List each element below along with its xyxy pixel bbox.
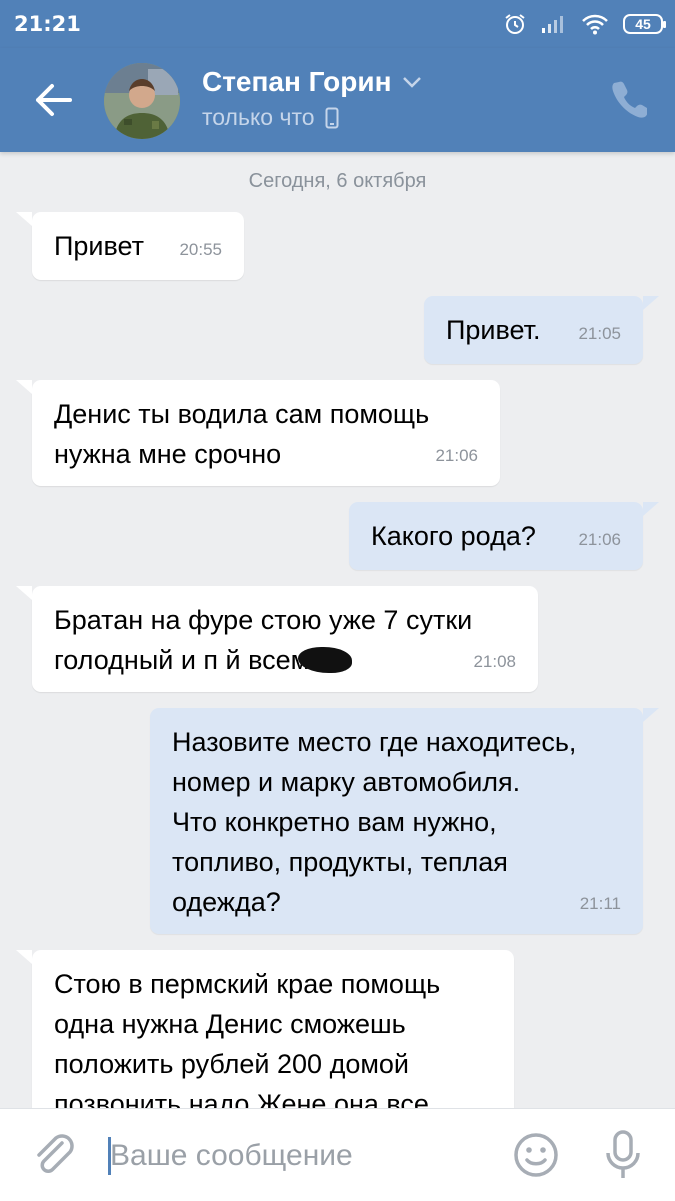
message-time: 21:11 bbox=[579, 894, 621, 913]
alarm-icon bbox=[505, 14, 525, 34]
phone-icon[interactable] bbox=[611, 78, 647, 118]
bubble-tail bbox=[643, 502, 659, 516]
date-separator: Сегодня, 6 октября bbox=[248, 170, 427, 192]
battery-level: 45 bbox=[635, 16, 651, 32]
emoji-icon[interactable] bbox=[512, 1131, 560, 1179]
bubble-tail bbox=[643, 708, 659, 722]
last-seen-text: только что bbox=[202, 104, 315, 130]
status-icons: 45 bbox=[503, 10, 666, 38]
chat-header: Степан Горин только что bbox=[0, 48, 675, 152]
avatar[interactable] bbox=[104, 63, 180, 139]
composer-bar: Ваше сообщение bbox=[0, 1108, 675, 1201]
incoming-message[interactable]: Денис ты водила сам помощь нужна мне сро… bbox=[32, 380, 500, 486]
microphone-icon[interactable] bbox=[604, 1129, 642, 1183]
message-text: Назовите место где находитесь, номер и м… bbox=[172, 727, 577, 917]
message-time: 21:05 bbox=[578, 324, 621, 343]
bubble-tail bbox=[16, 212, 32, 226]
signal-icon bbox=[542, 16, 563, 33]
contact-status: только что bbox=[202, 104, 339, 131]
outgoing-message[interactable]: Какого рода? 21:06 bbox=[349, 502, 643, 570]
bubble-tail bbox=[643, 296, 659, 310]
message-text: Денис ты водила сам помощь нужна мне сро… bbox=[54, 399, 430, 469]
status-bar: 21:21 45 bbox=[0, 0, 675, 48]
message-text: Стою в пермский крае помощь одна нужна Д… bbox=[54, 969, 441, 1108]
incoming-message[interactable]: Привет 20:55 bbox=[32, 212, 244, 280]
contact-name: Степан Горин bbox=[202, 66, 392, 97]
avatar-photo bbox=[104, 63, 180, 139]
message-time: 21:08 bbox=[473, 652, 516, 671]
back-arrow-icon[interactable] bbox=[28, 78, 78, 122]
incoming-message[interactable]: Братан на фуре стою уже 7 сутки голодный… bbox=[32, 586, 538, 692]
bubble-tail bbox=[16, 380, 32, 394]
mobile-icon bbox=[325, 107, 339, 128]
outgoing-message[interactable]: Назовите место где находитесь, номер и м… bbox=[150, 708, 643, 934]
incoming-message[interactable]: Стою в пермский крае помощь одна нужна Д… bbox=[32, 950, 514, 1108]
outgoing-message[interactable]: Привет. 21:05 bbox=[424, 296, 643, 364]
message-time: 21:06 bbox=[578, 530, 621, 549]
message-list[interactable]: Сегодня, 6 октября Привет 20:55 Привет. … bbox=[0, 152, 675, 1108]
status-time: 21:21 bbox=[14, 12, 81, 36]
chevron-down-icon bbox=[402, 77, 421, 88]
message-text: Братан на фуре стою уже 7 сутки голодный… bbox=[54, 605, 473, 675]
message-time: 20:55 bbox=[179, 240, 222, 259]
contact-name-row[interactable]: Степан Горин bbox=[202, 66, 422, 98]
message-input[interactable]: Ваше сообщение bbox=[110, 1139, 353, 1173]
battery-icon: 45 bbox=[623, 14, 666, 34]
message-time: 21:06 bbox=[435, 446, 478, 465]
wifi-icon bbox=[582, 14, 608, 35]
attach-icon[interactable] bbox=[32, 1131, 76, 1179]
bubble-tail bbox=[16, 586, 32, 600]
bubble-tail bbox=[16, 950, 32, 964]
